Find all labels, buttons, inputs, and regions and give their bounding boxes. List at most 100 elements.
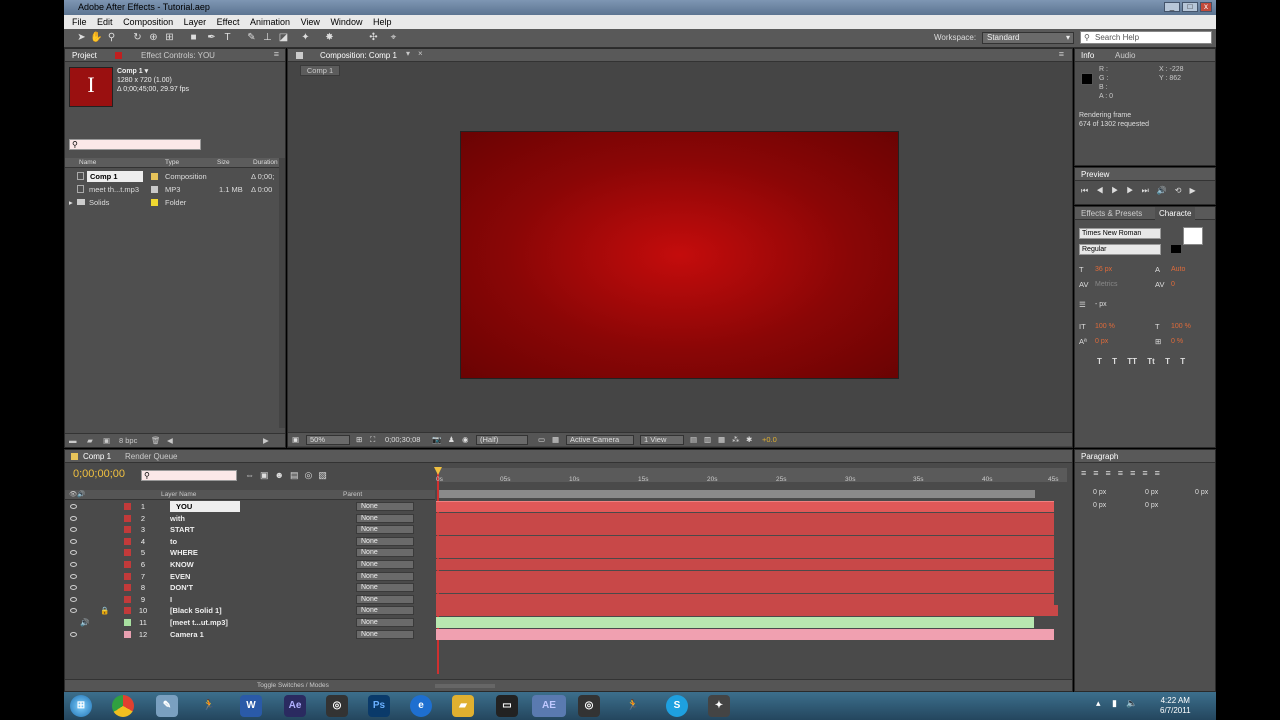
layer-duration-bar[interactable] [436, 513, 1054, 524]
last-frame-icon[interactable]: ⏭ [1142, 186, 1157, 195]
taskbar-app-after-effects[interactable]: Ae [284, 695, 306, 717]
layer-row[interactable]: 8 DON'T None [66, 582, 434, 593]
font-family-select[interactable]: Times New Roman [1079, 228, 1161, 239]
stroke-color-swatch[interactable] [1171, 245, 1181, 253]
indent-right-value[interactable]: 0 px [1145, 489, 1158, 496]
parent-select[interactable]: None [356, 572, 414, 581]
scroll-left-icon[interactable]: ◀ [167, 434, 173, 448]
taskbar-app-other[interactable]: ✦ [708, 695, 730, 717]
layer-duration-bar[interactable] [436, 536, 1054, 547]
chevron-down-icon[interactable]: ▾ [406, 49, 410, 58]
tab-effects-presets[interactable]: Effects & Presets [1077, 207, 1146, 220]
visibility-eye-icon[interactable] [70, 539, 77, 544]
visibility-eye-icon[interactable] [70, 585, 77, 590]
lock-icon[interactable]: 🔒 [100, 605, 109, 616]
time-ruler[interactable] [437, 468, 1067, 482]
taskbar-app-ie[interactable]: e [410, 695, 432, 717]
taskbar-app-steam-2[interactable]: ◎ [578, 695, 600, 717]
exposure-value[interactable]: +0.0 [762, 433, 777, 447]
menu-layer[interactable]: Layer [184, 15, 207, 29]
comp-mini-flowchart-icon[interactable]: ⇔ [245, 470, 260, 480]
workspace-select[interactable]: Standard ▾ [982, 32, 1074, 44]
shy-icon[interactable]: ☻ [275, 470, 290, 480]
layer-duration-bar[interactable] [436, 571, 1054, 582]
rectangle-tool-icon[interactable]: ■ [188, 32, 199, 43]
comp-nav-tab[interactable]: Comp 1 [300, 65, 340, 76]
visibility-eye-icon[interactable] [70, 550, 77, 555]
kerning-value[interactable]: Metrics [1095, 281, 1118, 288]
menu-help[interactable]: Help [373, 15, 392, 29]
all-caps-button[interactable]: TT [1127, 357, 1137, 366]
puppet-pin-icon[interactable]: ✸ [324, 32, 335, 43]
roto-brush-icon[interactable]: ✦ [300, 32, 311, 43]
project-item[interactable]: ▸ Solids Folder [65, 197, 285, 208]
snap-icon[interactable]: ⌖ [388, 32, 399, 43]
comp-viewer-canvas[interactable] [460, 131, 899, 379]
taskbar-app-paint[interactable]: ✎ [156, 695, 178, 717]
taskbar-app-word[interactable]: W [240, 695, 262, 717]
timecode-value[interactable]: 0;00;30;08 [385, 433, 420, 447]
camera-select[interactable]: Active Camera [566, 435, 634, 445]
eraser-tool-icon[interactable]: ◪ [278, 32, 289, 43]
taskbar-app-folder[interactable]: ▰ [452, 695, 474, 717]
layer-row[interactable]: 4 to None [66, 536, 434, 547]
indent-left-value[interactable]: 0 px [1093, 489, 1106, 496]
tab-preview[interactable]: Preview [1077, 168, 1113, 181]
taskbar-app-skype[interactable]: S [666, 695, 688, 717]
align-left-icon[interactable]: ≡ [1081, 468, 1093, 478]
audio-speaker-icon[interactable]: 🔊 [80, 617, 89, 628]
new-folder-icon[interactable]: ▰ [87, 434, 93, 448]
snapshot-icon[interactable]: 📷 [432, 433, 441, 447]
layer-row[interactable]: 9 I None [66, 594, 434, 605]
ram-preview-icon[interactable]: ▶ [1190, 186, 1204, 195]
panel-menu-icon[interactable]: ≡ [1059, 49, 1064, 59]
motion-blur-icon[interactable]: ◎ [305, 470, 319, 480]
graph-editor-icon[interactable]: ▧ [318, 470, 333, 480]
justify-left-icon[interactable]: ≡ [1118, 468, 1130, 478]
space-after-value[interactable]: 0 px [1145, 502, 1158, 509]
clone-tool-icon[interactable]: ⊥ [262, 32, 273, 43]
tray-arrow-icon[interactable]: ▴ [1096, 698, 1101, 709]
exposure-icon[interactable]: ✱ [746, 433, 752, 447]
system-clock[interactable]: 4:22 AM 6/7/2011 [1160, 696, 1191, 716]
resolution-select[interactable]: (Half) [476, 435, 528, 445]
layer-row[interactable]: 7 EVEN None [66, 571, 434, 582]
frame-blending-icon[interactable]: ▤ [290, 470, 305, 480]
axis-mode-icon[interactable]: ✣ [368, 32, 379, 43]
view-layout-select[interactable]: 1 View [640, 435, 684, 445]
scroll-right-icon[interactable]: ▶ [263, 434, 269, 448]
draft-3d-icon[interactable]: ▣ [260, 470, 275, 480]
fill-color-swatch[interactable] [1183, 227, 1203, 245]
faux-italic-button[interactable]: T [1112, 357, 1117, 366]
taskbar-app-terminal[interactable]: ▭ [496, 695, 518, 717]
parent-select[interactable]: None [356, 514, 414, 523]
parent-select[interactable]: None [356, 525, 414, 534]
menu-edit[interactable]: Edit [97, 15, 113, 29]
font-style-select[interactable]: Regular [1079, 244, 1161, 255]
network-icon[interactable]: ▮ [1112, 698, 1117, 709]
rotate-tool-icon[interactable]: ↻ [132, 32, 143, 43]
parent-select[interactable]: None [356, 606, 414, 615]
close-tab-icon[interactable]: × [418, 49, 423, 58]
pan-behind-tool-icon[interactable]: ⊞ [164, 32, 175, 43]
show-snapshot-icon[interactable]: ♟ [448, 433, 455, 447]
font-size-value[interactable]: 36 px [1095, 266, 1112, 273]
start-button[interactable]: ⊞ [70, 695, 92, 717]
type-tool-icon[interactable]: T [222, 32, 233, 43]
bpc-value[interactable]: 8 bpc [119, 434, 137, 448]
layer-duration-bar[interactable] [436, 582, 1054, 593]
baseline-shift-value[interactable]: 0 px [1095, 338, 1108, 345]
trash-icon[interactable]: 🗑 [151, 434, 161, 448]
taskbar-app-runner-2[interactable]: 🏃 [622, 695, 644, 717]
taskbar-app-chrome[interactable] [112, 695, 134, 717]
safe-zones-icon[interactable]: ⊞ [356, 433, 362, 447]
indent-first-value[interactable]: 0 px [1195, 489, 1208, 496]
taskbar-app-photoshop[interactable]: Ps [368, 695, 390, 717]
layer-row[interactable]: 🔒 10 [Black Solid 1] None [66, 605, 434, 616]
layer-duration-bar[interactable] [436, 559, 1054, 570]
current-timecode[interactable]: 0;00;00;00 [73, 468, 125, 480]
visibility-eye-icon[interactable] [70, 597, 77, 602]
layer-duration-bar[interactable] [436, 547, 1054, 558]
menu-animation[interactable]: Animation [250, 15, 290, 29]
roi-icon[interactable]: ▭ [538, 433, 545, 447]
